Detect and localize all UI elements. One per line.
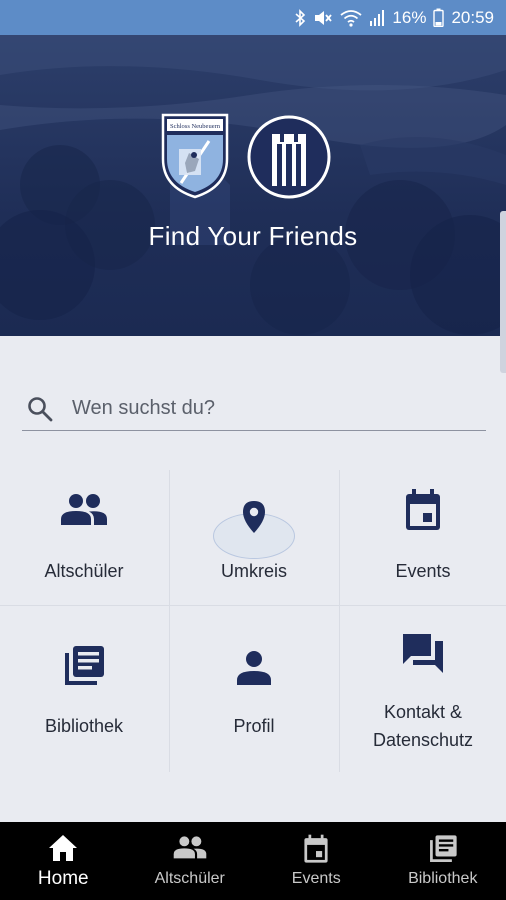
tab-label: Altschüler <box>154 870 225 887</box>
tab-events[interactable]: Events <box>253 822 380 900</box>
search-input[interactable] <box>72 393 472 423</box>
menu-item-label: Kontakt & Datenschutz <box>372 702 474 750</box>
people-icon <box>0 492 168 526</box>
menu-item-altschueler[interactable]: Altschüler <box>0 470 168 620</box>
battery-icon <box>433 8 445 27</box>
bluetooth-icon <box>294 8 306 27</box>
tab-label: Home <box>37 868 89 889</box>
tab-home[interactable]: Home <box>0 822 127 900</box>
mute-icon <box>313 9 333 27</box>
menu-item-label: Umkreis <box>221 561 287 581</box>
status-bar: 16% 20:59 <box>0 0 506 35</box>
menu-item-kontakt[interactable]: Kontakt & Datenschutz <box>339 622 506 772</box>
tower-emblem-logo <box>247 115 331 199</box>
battery-percent: 16% <box>392 7 427 27</box>
calendar-icon <box>253 834 380 864</box>
chat-icon <box>339 632 506 674</box>
school-crest-logo: Schloss Neubeuern <box>161 113 229 199</box>
person-icon <box>170 650 338 686</box>
tab-label: Events <box>291 870 341 887</box>
tab-altschueler[interactable]: Altschüler <box>127 822 254 900</box>
menu-item-label: Altschüler <box>44 561 124 581</box>
home-icon <box>0 834 127 862</box>
clock: 20:59 <box>451 7 494 27</box>
menu-item-events[interactable]: Events <box>339 470 506 620</box>
menu-item-profil[interactable]: Profil <box>170 622 338 772</box>
tab-label: Bibliothek <box>408 870 478 887</box>
menu-item-label: Events <box>395 561 451 581</box>
menu-item-label: Profil <box>233 716 275 736</box>
header-banner: Schloss Neubeuern Find Your Friends <box>0 35 506 336</box>
signal-icon <box>369 9 385 27</box>
scrollbar[interactable] <box>500 211 506 373</box>
svg-text:Schloss Neubeuern: Schloss Neubeuern <box>170 123 221 130</box>
wifi-icon <box>340 9 362 27</box>
menu-item-label: Bibliothek <box>44 716 124 736</box>
tab-bibliothek[interactable]: Bibliothek <box>380 822 506 900</box>
calendar-icon <box>339 488 506 532</box>
page-title: Find Your Friends <box>148 221 358 251</box>
people-icon <box>127 834 254 860</box>
menu-item-umkreis[interactable]: Umkreis <box>170 470 338 620</box>
library-icon <box>380 834 506 864</box>
search-bar[interactable] <box>22 389 486 431</box>
bottom-navigation: Home Altschüler Events Bibliothek <box>0 822 506 900</box>
search-icon[interactable] <box>26 395 54 428</box>
library-icon <box>0 644 168 688</box>
location-pin-icon <box>170 500 338 534</box>
menu-item-bibliothek[interactable]: Bibliothek <box>0 622 168 772</box>
